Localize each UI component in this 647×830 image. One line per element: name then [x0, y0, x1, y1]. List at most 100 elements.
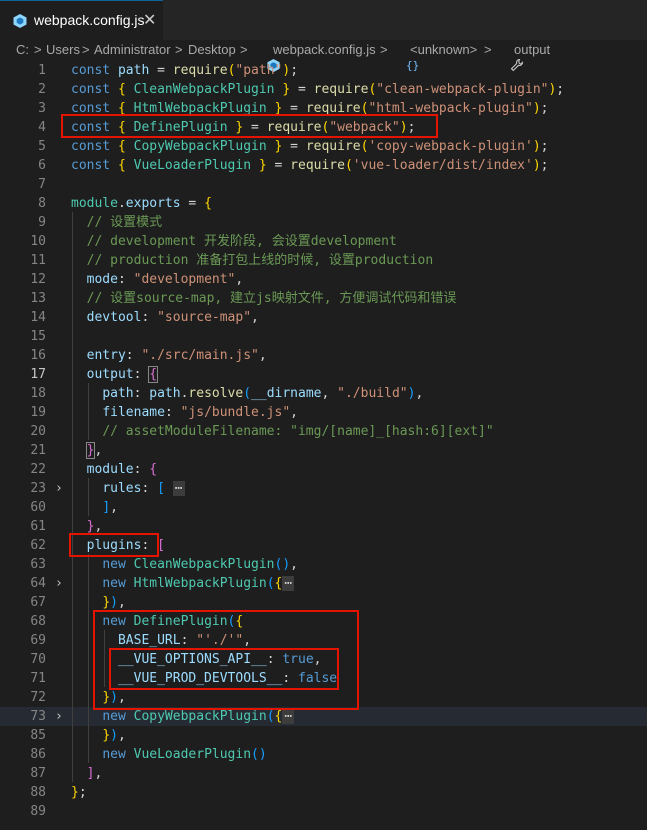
code-token: exports — [125, 196, 181, 211]
code-token: : — [141, 310, 158, 325]
code-token: "./build" — [337, 386, 408, 401]
folded-region-ellipsis[interactable]: ⋯ — [172, 481, 185, 496]
breadcrumb-drive[interactable]: C: — [16, 42, 29, 57]
tab-webpack-config[interactable]: webpack.config.js ✕ — [0, 0, 163, 40]
line-number: 71 — [30, 671, 46, 686]
code-token: = — [266, 158, 291, 173]
code-token: __dirname — [251, 386, 322, 401]
line-number: 20 — [30, 424, 46, 439]
code-token: CleanWebpackPlugin — [133, 557, 275, 572]
code-token: rules — [102, 481, 142, 496]
line-number: 85 — [30, 728, 46, 743]
code-token: filename — [102, 405, 165, 420]
code-line: mode: "development", — [71, 270, 244, 289]
code-token: ] — [102, 500, 111, 515]
code-token: = — [290, 82, 314, 97]
breadcrumb-desktop[interactable]: Desktop — [188, 42, 236, 57]
code-token: const — [71, 139, 118, 154]
code-token: output — [86, 367, 134, 382]
line-number: 3 — [38, 101, 46, 116]
code-token: , — [258, 348, 267, 363]
code-token: = — [180, 196, 205, 211]
code-token: 'copy-webpack-plugin' — [368, 139, 533, 154]
breadcrumb-file[interactable]: webpack.config.js — [273, 42, 376, 57]
code-token: : — [164, 405, 181, 420]
line-number: 69 — [30, 633, 46, 648]
tab-title: webpack.config.js — [34, 12, 145, 28]
close-icon[interactable]: ✕ — [143, 10, 156, 29]
code-token: require — [172, 63, 228, 78]
code-token: path — [102, 386, 134, 401]
code-token: { — [117, 139, 134, 154]
code-token: path — [117, 63, 150, 78]
code-token: ; — [540, 139, 549, 154]
line-number: 72 — [30, 690, 46, 705]
code-token: { — [149, 462, 158, 477]
code-line: output: { — [71, 365, 159, 384]
breadcrumb: C: > Users > Administrator > Desktop > w… — [0, 40, 647, 73]
fold-chevron-icon[interactable]: › — [55, 574, 65, 593]
code-token: // development 开发阶段, 会设置development — [86, 234, 397, 249]
code-line: // 设置模式 — [71, 213, 162, 232]
code-token: ( — [243, 386, 252, 401]
highlight-box-plugins-key — [69, 533, 159, 557]
code-token: { — [117, 82, 134, 97]
line-number: 6 — [38, 158, 46, 173]
code-line: // development 开发阶段, 会设置development — [71, 232, 397, 251]
code-token: // production 准备打包上线的时候, 设置production — [86, 253, 434, 268]
code-token: [ — [157, 481, 165, 496]
code-token: : — [141, 481, 158, 496]
code-token: require — [305, 139, 361, 154]
folded-region-ellipsis[interactable]: ⋯ — [282, 709, 295, 724]
line-number: 1 — [38, 63, 46, 78]
code-token: , — [117, 728, 126, 743]
code-token: , — [110, 500, 118, 515]
code-token: { — [204, 196, 212, 211]
webpack-icon — [12, 13, 28, 33]
code-token: "path" — [235, 63, 283, 78]
code-line: devtool: "source-map", — [71, 308, 259, 327]
line-number: 23 — [30, 481, 46, 496]
code-line: module: { — [71, 460, 157, 479]
breadcrumb-unknown[interactable]: <unknown> — [410, 42, 477, 57]
code-token: new — [102, 576, 134, 591]
line-number: 9 — [38, 215, 46, 230]
fold-chevron-icon[interactable]: › — [55, 707, 65, 726]
breadcrumb-separator: > — [240, 42, 248, 57]
code-token: ; — [78, 785, 87, 800]
code-token: const — [71, 63, 118, 78]
code-token: HtmlWebpackPlugin — [133, 576, 267, 591]
code-token: } — [274, 82, 291, 97]
code-token: // assetModuleFilename: "img/[name]_[has… — [102, 424, 494, 439]
line-number: 21 — [30, 443, 46, 458]
code-token: VueLoaderPlugin — [133, 747, 252, 762]
code-token: : — [133, 462, 150, 477]
code-token: , — [321, 386, 338, 401]
breadcrumb-users[interactable]: Users — [46, 42, 80, 57]
code-token: , — [117, 595, 126, 610]
code-token: ) — [110, 728, 118, 743]
code-line: }; — [71, 783, 87, 802]
code-token: ; — [540, 101, 549, 116]
folded-region-ellipsis[interactable]: ⋯ — [282, 576, 295, 591]
code-line: new HtmlWebpackPlugin({⋯ — [71, 574, 295, 593]
code-token: "source-map" — [157, 310, 252, 325]
fold-chevron-icon[interactable]: › — [55, 479, 65, 498]
line-number: 12 — [30, 272, 46, 287]
breadcrumb-administrator[interactable]: Administrator — [94, 42, 171, 57]
code-token: , — [290, 557, 298, 572]
breadcrumb-output[interactable]: output — [514, 42, 550, 57]
breadcrumb-separator: > — [380, 42, 388, 57]
code-line: const path = require("path"); — [71, 61, 298, 80]
line-number: 19 — [30, 405, 46, 420]
code-token: path — [149, 386, 181, 401]
